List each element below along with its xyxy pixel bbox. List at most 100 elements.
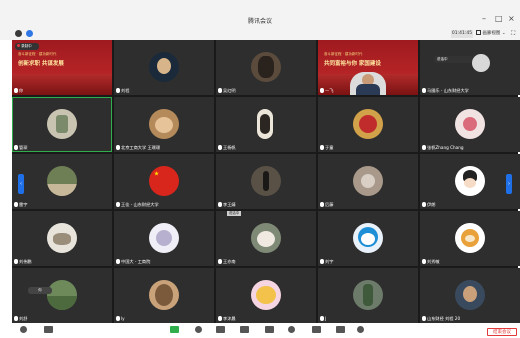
recording-label: 录制中 [21,44,32,48]
camera-button[interactable] [44,326,53,333]
video-tile[interactable]: 于童 [318,97,418,152]
video-tile[interactable]: 张帆Zhang Chang [420,97,520,152]
participants-button[interactable] [216,326,225,333]
video-tile[interactable]: 李王婧 [216,154,316,209]
participant-name: ly [116,315,125,322]
window-title: 腾讯会议 [247,18,272,25]
mic-icon [116,316,120,321]
video-tile[interactable]: 刘舒 [12,268,112,323]
participant-name: 于童 [320,144,333,151]
speaker-video [350,72,386,95]
participant-name: 一飞 [320,87,333,94]
video-tile[interactable]: 雷宇 [12,154,112,209]
microphone-button[interactable] [20,326,27,333]
video-tile[interactable]: 伊朗 [420,154,520,209]
participant-name: 刘宇 [320,258,333,265]
avatar [149,280,179,310]
avatar [149,109,179,139]
video-tile[interactable]: 王亦南 [216,211,316,266]
video-tile[interactable]: 刘伟鹏 [12,211,112,266]
fullscreen-button[interactable]: ⛶ [511,30,515,38]
prev-page-button[interactable]: ‹ [18,174,24,194]
video-tile[interactable]: 吴红明 [216,40,316,95]
participant-name: 刘伟鹏 [14,258,32,265]
video-tile[interactable]: 北京工商大学 王璟璟 [114,97,214,152]
mic-icon [422,88,426,93]
security-button[interactable] [195,326,202,333]
end-meeting-button[interactable]: 结束会议 [487,328,517,336]
mic-icon [218,259,222,264]
bottom-toolbar [0,323,520,338]
participant-name: 后藤 [320,201,333,208]
mic-icon [14,202,18,207]
invite-button[interactable] [240,326,249,333]
info-icon[interactable] [15,30,22,37]
participant-name: 刘舒 [14,315,27,322]
participant-name: 伊朗 [422,201,435,208]
avatar [353,166,383,196]
video-tile[interactable]: 奋斗新征程 · 建功新时代 创新求职 共谋发展 录制中 你 [12,40,112,95]
video-tile[interactable]: 王杨帆 [216,97,316,152]
mic-icon [218,145,222,150]
video-tile[interactable]: 刘程 [114,40,214,95]
participant-name: 管琛 [14,144,27,151]
video-tile[interactable]: ly [114,268,214,323]
participant-name: 王佳 - 山东财经大学 [116,201,159,208]
avatar [149,223,179,253]
meeting-window: 腾讯会议 – □ × 01:41:45 画廊视图 ⌄ ⛶ 奋斗新征程 · 建功新… [0,0,520,338]
speaking-indicator: 说话中 [227,211,241,216]
participant-name: 王亦南 [218,258,236,265]
participant-name: 吴红明 [218,87,236,94]
avatar [47,166,77,196]
signal-icon[interactable] [38,31,45,46]
mic-icon [14,259,18,264]
banner-line-2: 创新求职 共谋发展 [18,61,64,67]
avatar [455,223,485,253]
avatar [455,280,485,310]
video-tile[interactable]: 山东财经 刘程 20 [420,268,520,323]
view-mode-button[interactable]: 画廊视图 ⌄ [476,30,510,38]
video-tile[interactable]: J [318,268,418,323]
chevron-down-icon: ⌄ [501,31,506,36]
mic-icon [422,259,426,264]
avatar [251,280,281,310]
avatar [455,166,485,196]
video-tile[interactable]: 王佳 - 山东财经大学 [114,154,214,209]
avatar [251,166,281,196]
mic-icon [320,259,324,264]
video-tile[interactable]: 说话中 马國乐 - 山东财经大学 [420,40,520,95]
meeting-timer: 01:41:45 [451,30,473,38]
mic-icon [218,316,222,321]
breakout-button[interactable] [312,326,321,333]
participant-name: 王杨帆 [218,144,236,151]
chat-button[interactable] [265,326,274,333]
record-button[interactable] [288,326,295,333]
video-tile-active[interactable]: 管琛 [12,97,112,152]
apps-button[interactable] [336,326,345,333]
video-tile[interactable]: 中国大 - 工商院 [114,211,214,266]
avatar [251,223,281,253]
avatar [251,52,281,82]
video-tile[interactable]: 后藤 [318,154,418,209]
close-button[interactable]: × [508,14,515,24]
video-tile[interactable]: 奋斗新征程 · 建功新时代 共同富裕与你 家国建设 一飞 [318,40,418,95]
participant-name: 北京工商大学 王璟璟 [116,144,160,151]
participant-name: 刘程 [116,87,129,94]
speaking-chip: 说话中 [434,56,474,63]
share-screen-button[interactable] [170,326,179,333]
avatar [353,280,383,310]
minimize-button[interactable]: – [482,14,486,24]
settings-button[interactable] [357,326,364,333]
mic-icon [320,202,324,207]
mic-icon [422,316,426,321]
shield-icon[interactable] [26,30,33,37]
title-bar: 腾讯会议 – □ × [0,0,520,28]
recording-chip: 录制中 [15,43,39,50]
video-tile[interactable]: 刘宇 [318,211,418,266]
banner-crowd-image [12,74,112,95]
mic-icon [14,316,18,321]
next-page-button[interactable]: › [506,174,512,194]
maximize-button[interactable]: □ [495,14,503,24]
video-tile[interactable]: 李沐晨 [216,268,316,323]
video-tile[interactable]: 刘秀敏 [420,211,520,266]
